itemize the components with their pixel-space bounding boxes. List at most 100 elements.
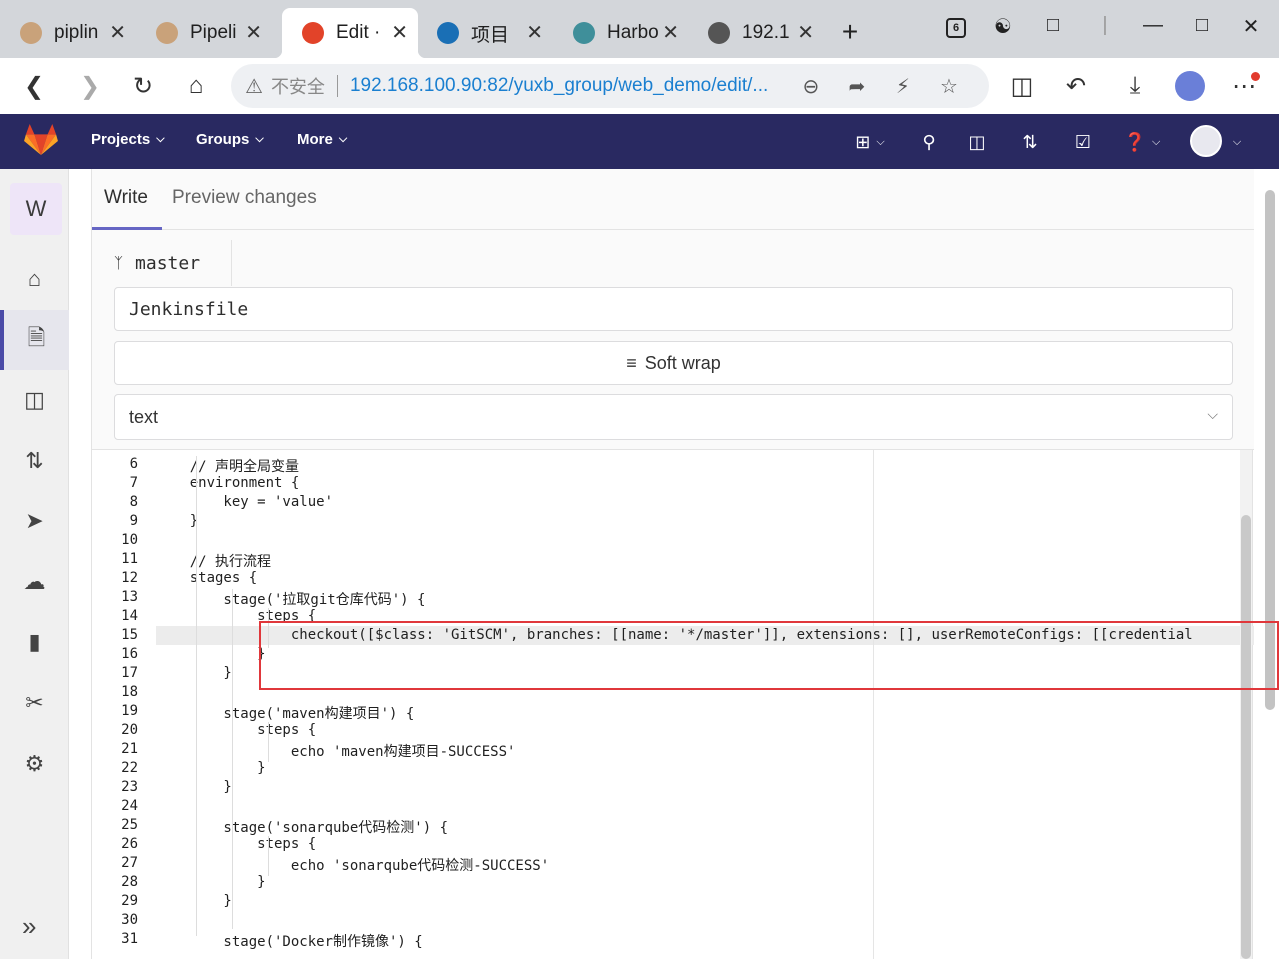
line-number: 27 [121,855,138,871]
page-scrollbar-thumb[interactable] [1265,190,1275,710]
file-name-input[interactable]: Jenkinsfile [114,287,1233,331]
line-number: 9 [129,513,138,529]
share-icon[interactable]: ➦ [842,74,872,99]
home-button[interactable]: ⌂ [178,68,214,104]
code-line[interactable]: echo 'maven构建项目-SUCCESS' [156,741,516,761]
incognito-icon[interactable]: ☯ [988,14,1018,39]
tab-write[interactable]: Write [104,187,148,209]
profile-avatar-icon[interactable] [1172,68,1208,104]
indent-guide [268,722,269,762]
merge-requests-icon[interactable]: ⇅ [0,431,69,491]
file-type-select[interactable]: text ⌵ [114,394,1233,440]
lightning-icon[interactable]: ⚡ [888,74,918,99]
projects-menu[interactable]: Projects ⌵ [91,131,165,148]
merge-requests-icon[interactable]: ⇅ [1015,127,1045,157]
close-tab-icon[interactable]: ✕ [526,20,543,45]
close-tab-icon[interactable]: ✕ [391,20,408,45]
code-line[interactable]: stages { [156,570,257,586]
code-line[interactable]: } [156,779,231,795]
code-line[interactable]: } [156,513,198,529]
back-button[interactable]: ❮ [16,68,52,104]
snippets-icon[interactable]: ✂ [0,673,69,733]
settings-icon[interactable]: ⚙ [0,734,69,794]
url-text[interactable]: 192.168.100.90:82/yuxb_group/web_demo/ed… [350,75,780,97]
code-line[interactable]: steps { [156,836,316,852]
address-bar[interactable]: ⚠ 不安全 192.168.100.90:82/yuxb_group/web_d… [231,64,989,108]
reload-button[interactable]: ↻ [125,68,161,104]
help-dropdown[interactable]: ❓ ⌵ [1120,127,1164,157]
download-icon[interactable]: ⤓ [1117,68,1153,104]
line-number-gutter: 6 7 8 9 10 11 12 13 14 15 16 17 18 19 20 21 22 23 24 25 26 27… [92,450,156,959]
issues-icon[interactable]: ◫ [0,370,69,430]
undo-menu-icon[interactable]: ↶ [1058,68,1094,104]
forward-button[interactable]: ❯ [72,68,108,104]
browser-tab[interactable]: 项目 ✕ [417,8,553,58]
home-icon[interactable]: ⌂ [0,249,69,309]
bookmark-star-icon[interactable]: ☆ [934,74,964,99]
gitlab-logo-icon[interactable] [24,124,58,156]
browser-tab[interactable]: Pipeli ✕ [136,8,272,58]
ci-cd-icon[interactable]: ➤ [0,491,69,551]
line-number: 23 [121,779,138,795]
browser-tab[interactable]: 192.1 ✕ [688,8,824,58]
chevron-down-icon[interactable]: ⌵ [1222,127,1252,157]
repository-icon[interactable]: 🗎 [0,310,69,370]
code-line[interactable]: stage('sonarqube代码检测') { [156,817,448,837]
code-line[interactable]: } [156,874,265,890]
code-line[interactable]: stage('maven构建项目') { [156,703,414,723]
code-line[interactable]: // 声明全局变量 [156,456,299,476]
line-number: 18 [121,684,138,700]
browser-tab[interactable]: piplin ✕ [0,8,136,58]
browser-tab-title: Pipeli [190,22,237,43]
line-number: 24 [121,798,138,814]
editor-scrollbar-thumb[interactable] [1241,515,1251,959]
code-line[interactable]: } [156,893,231,909]
close-window-button[interactable]: ✕ [1236,14,1266,39]
close-tab-icon[interactable]: ✕ [109,20,126,45]
browser-tab[interactable]: Harbo ✕ [553,8,689,58]
browser-tab-title: piplin [54,22,99,43]
code-line[interactable]: } [156,646,265,662]
line-number: 19 [121,703,138,719]
minimize-button[interactable]: — [1138,14,1168,37]
browser-menu-icon[interactable]: ⋯ [1226,68,1262,104]
maximize-button[interactable]: □ [1187,14,1217,37]
network-icon [708,22,730,44]
todos-icon[interactable]: ☑ [1068,127,1098,157]
new-tab-button[interactable]: + [836,16,864,48]
extensions-shirt-icon[interactable]: □ [1038,14,1068,37]
code-line[interactable]: } [156,665,231,681]
issues-icon[interactable]: ◫ [962,127,992,157]
code-editor[interactable]: 6 7 8 9 10 11 12 13 14 15 16 17 18 19 20 21 22 23 24 25 26 27… [92,450,1254,959]
extensions-icon[interactable]: ◫ [1004,68,1040,104]
code-line[interactable]: key = 'value' [156,494,333,510]
new-item-dropdown[interactable]: ⊞ ⌵ [848,127,892,157]
code-line[interactable]: environment { [156,475,300,491]
tab-actions-button[interactable]: 6 [941,14,971,38]
code-line[interactable]: checkout([$class: 'GitSCM', branches: [[… [156,627,1193,643]
close-tab-icon[interactable]: ✕ [797,20,814,45]
indent-guide [268,608,269,648]
code-line[interactable]: steps { [156,722,316,738]
code-line[interactable]: } [156,760,265,776]
code-line[interactable]: steps { [156,608,316,624]
close-tab-icon[interactable]: ✕ [662,20,679,45]
search-icon[interactable]: ⚲ [914,127,944,157]
soft-wrap-button[interactable]: ≡ Soft wrap [114,341,1233,385]
chevron-down-icon: ⌵ [1207,406,1218,422]
code-line[interactable]: // 执行流程 [156,551,271,571]
close-tab-icon[interactable]: ✕ [245,20,262,45]
zoom-icon[interactable]: ⊖ [796,74,826,99]
groups-menu[interactable]: Groups ⌵ [196,131,264,148]
browser-tab[interactable]: Edit · ✕ [274,8,426,58]
deployments-icon[interactable]: ☁ [0,552,69,612]
wiki-icon[interactable]: ▮ [0,612,69,672]
code-lines[interactable]: // 声明全局变量 environment { key = 'value' } … [156,450,1254,959]
tab-preview-changes[interactable]: Preview changes [172,187,317,209]
collapse-sidebar-icon[interactable]: » [22,911,36,942]
project-avatar[interactable]: W [10,183,62,235]
code-line[interactable]: echo 'sonarqube代码检测-SUCCESS' [156,855,549,875]
line-number: 30 [121,912,138,928]
more-menu[interactable]: More ⌵ [297,131,347,148]
user-avatar[interactable] [1190,125,1222,157]
